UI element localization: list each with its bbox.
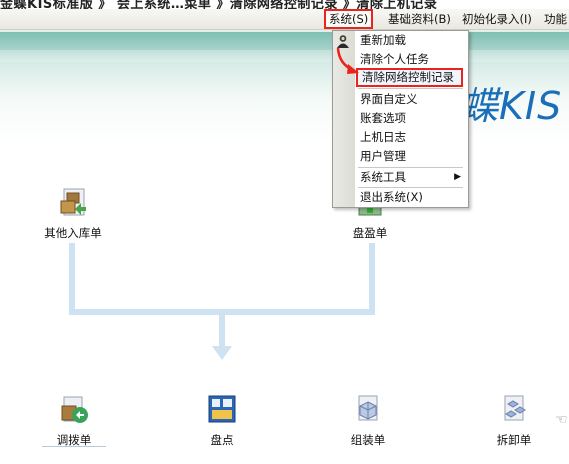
app-banner: 蝶KIS xyxy=(0,30,569,142)
node-label: 其他入库单 xyxy=(44,226,102,240)
kis-logo: 蝶KIS xyxy=(460,84,563,128)
assembly-cube-icon xyxy=(358,395,378,421)
node-stocktake[interactable]: 盘点 xyxy=(184,394,260,452)
menu-basic-data[interactable]: 基础资料(B) xyxy=(385,11,454,27)
menu-system[interactable]: 系统(S) xyxy=(324,9,374,29)
menu-item-clear-network-control[interactable]: 清除网络控制记录 xyxy=(356,68,463,87)
flow-arrowhead xyxy=(212,346,232,360)
menu-item-exit[interactable]: 退出系统(X) xyxy=(333,188,468,207)
menu-item-account-options[interactable]: 账套选项 xyxy=(333,109,468,128)
node-label: 盘点 xyxy=(210,433,234,447)
menu-item-ui-customize[interactable]: 界面自定义 xyxy=(333,90,468,109)
node-label: 拆卸单 xyxy=(496,433,532,447)
node-label: 盘盈单 xyxy=(352,226,388,240)
menu-separator xyxy=(358,88,463,89)
red-pointer-arrow-icon xyxy=(336,47,359,74)
node-transfer[interactable]: 调拨单 xyxy=(36,394,112,452)
menu-bar: 系统(S) 基础资料(B) 初始化录入(I) 功能 xyxy=(0,9,569,30)
node-label: 组装单 xyxy=(350,433,386,447)
node-disassembly[interactable]: 拆卸单 xyxy=(476,394,552,452)
menu-item-user-management[interactable]: 用户管理 xyxy=(333,147,468,166)
menu-function[interactable]: 功能 xyxy=(541,11,569,27)
submenu-arrow-icon: ▶ xyxy=(454,172,461,182)
flow-line-down xyxy=(219,314,225,350)
caption-strip: 金蝶KIS标准版 》 会上系统…菜单 》清除网络控制记录 》清除上机记录 xyxy=(0,0,569,9)
stocktake-icon xyxy=(208,395,236,423)
edge-mark-icon: ☜ xyxy=(555,412,568,428)
caption-text: 金蝶KIS标准版 》 会上系统…菜单 》清除网络控制记录 》清除上机记录 xyxy=(0,0,438,9)
flow-line-left xyxy=(69,243,75,315)
inbound-box-icon xyxy=(60,188,86,216)
menu-item-login-log[interactable]: 上机日志 xyxy=(333,128,468,147)
flow-line-right xyxy=(369,243,375,315)
transfer-box-icon xyxy=(61,396,88,423)
node-other-inbound[interactable]: 其他入库单 xyxy=(34,187,112,243)
menu-item-system-tools[interactable]: 系统工具 ▶ xyxy=(333,168,468,187)
disassembly-cube-icon xyxy=(504,395,526,421)
node-assembly[interactable]: 组装单 xyxy=(330,394,406,452)
menu-init-entry[interactable]: 初始化录入(I) xyxy=(459,11,535,27)
